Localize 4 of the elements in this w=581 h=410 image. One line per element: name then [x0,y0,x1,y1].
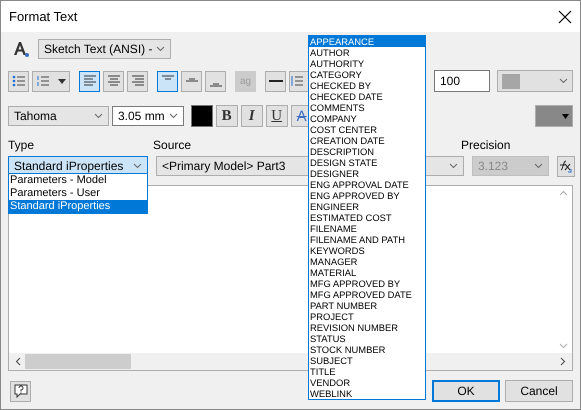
type-label: Type [8,138,34,152]
window-title: Format Text [9,9,78,24]
source-label: Source [153,138,192,152]
precision-label: Precision [461,138,510,152]
